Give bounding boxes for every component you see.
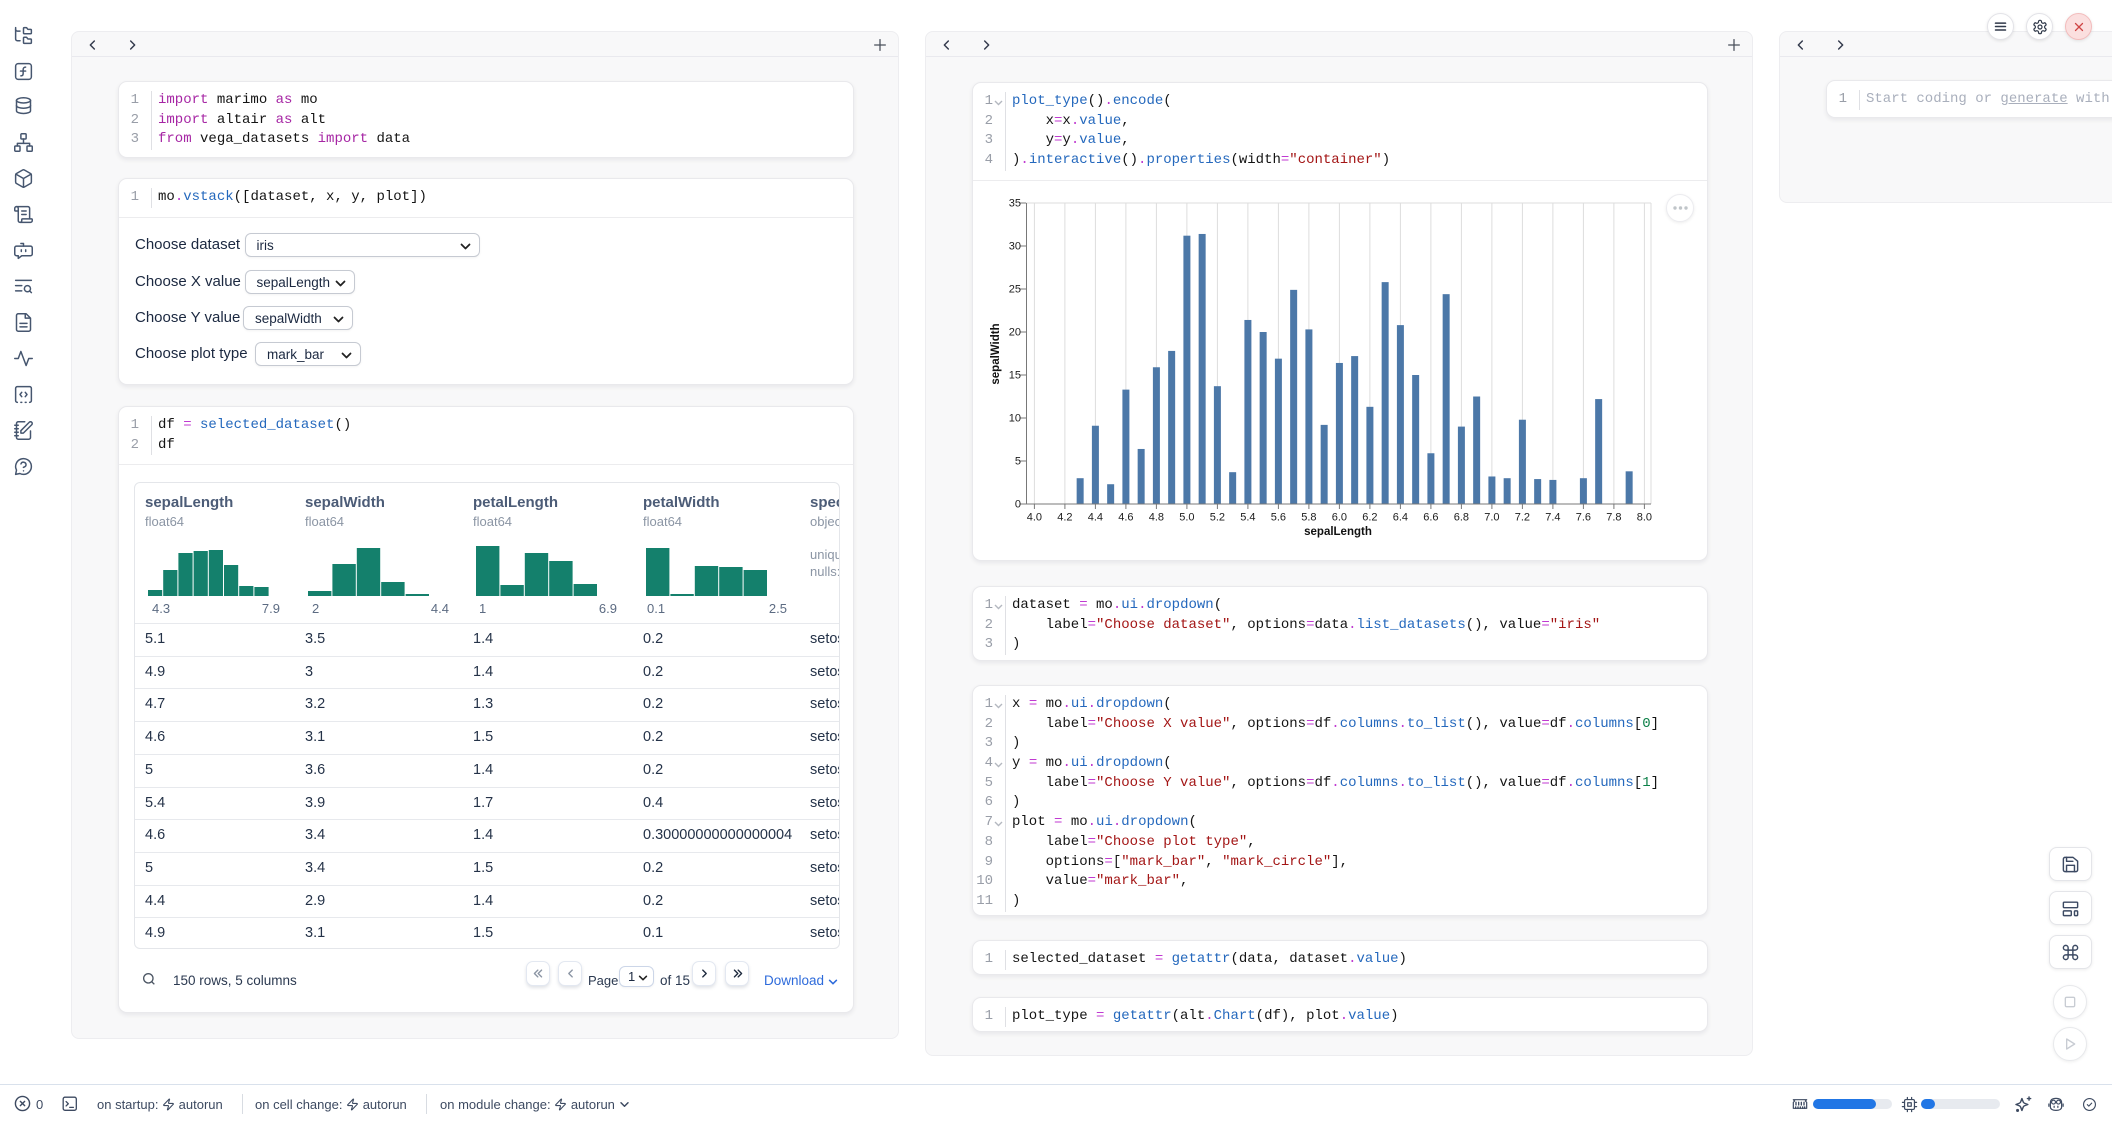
svg-text:7.0: 7.0 [1484,512,1499,524]
svg-text:0: 0 [1015,499,1021,511]
svg-text:7.8: 7.8 [1606,512,1621,524]
svg-text:4.6: 4.6 [1118,512,1133,524]
svg-text:7.6: 7.6 [1576,512,1591,524]
svg-text:6.6: 6.6 [1423,512,1438,524]
svg-text:5.2: 5.2 [1210,512,1225,524]
svg-text:sepalLength: sepalLength [1304,526,1372,538]
svg-text:15: 15 [1009,370,1021,382]
svg-text:10: 10 [1009,413,1021,425]
svg-text:30: 30 [1009,241,1021,253]
svg-text:sepalWidth: sepalWidth [990,323,1002,384]
svg-text:20: 20 [1009,327,1021,339]
svg-text:6.8: 6.8 [1454,512,1469,524]
svg-text:4.8: 4.8 [1149,512,1164,524]
svg-text:4.0: 4.0 [1027,512,1042,524]
svg-text:7.2: 7.2 [1515,512,1530,524]
svg-text:4.4: 4.4 [1088,512,1103,524]
svg-text:6.0: 6.0 [1332,512,1347,524]
svg-text:5.4: 5.4 [1240,512,1255,524]
svg-text:35: 35 [1009,198,1021,210]
svg-text:6.2: 6.2 [1362,512,1377,524]
svg-text:4.2: 4.2 [1057,512,1072,524]
svg-text:5.8: 5.8 [1301,512,1316,524]
svg-text:5.0: 5.0 [1179,512,1194,524]
svg-text:25: 25 [1009,284,1021,296]
svg-text:5.6: 5.6 [1271,512,1286,524]
svg-text:7.4: 7.4 [1545,512,1560,524]
svg-text:6.4: 6.4 [1393,512,1408,524]
svg-text:5: 5 [1015,456,1021,468]
svg-text:8.0: 8.0 [1637,512,1652,524]
